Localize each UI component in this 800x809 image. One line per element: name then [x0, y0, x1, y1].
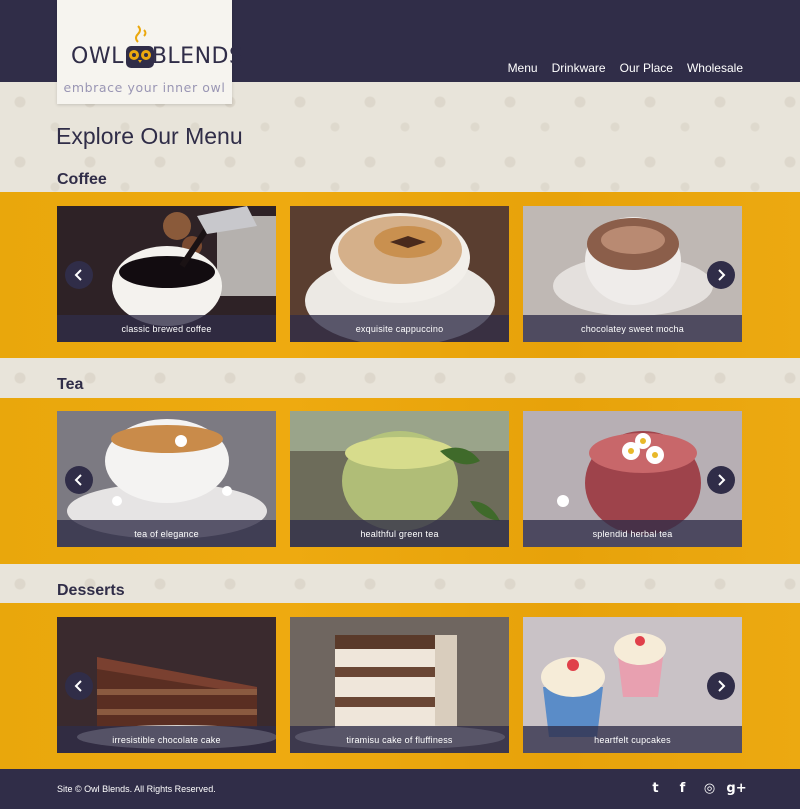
logo-wordmark: OWL BLENDS: [71, 44, 243, 69]
tea-prev-arrow-button[interactable]: [65, 466, 93, 494]
logo-name-right: BLENDS: [151, 44, 244, 69]
social-links: t f ◎ g+: [648, 781, 746, 796]
chevron-left-icon: [74, 680, 82, 692]
caption-bar: irresistible chocolate cake: [57, 726, 276, 753]
caption-bar: exquisite cappuccino: [290, 315, 509, 342]
chevron-left-icon: [74, 269, 82, 281]
caption-bar: tea of elegance: [57, 520, 276, 547]
page-title: Explore Our Menu: [56, 123, 243, 149]
section-heading-desserts: Desserts: [57, 582, 125, 599]
desserts-next-arrow-button[interactable]: [707, 672, 735, 700]
caption-bar: tiramisu cake of fluffiness: [290, 726, 509, 753]
card-caption: heartfelt cupcakes: [594, 734, 671, 745]
card-caption: tiramisu cake of fluffiness: [346, 734, 453, 745]
coffee-next-arrow-button[interactable]: [707, 261, 735, 289]
logo[interactable]: OWL BLENDS embrace your inner owl: [57, 0, 243, 104]
nav-item-our-place[interactable]: Our Place: [620, 61, 673, 75]
footer: Site © Owl Blends. All Rights Reserved. …: [0, 769, 800, 809]
card-caption: healthful green tea: [360, 528, 439, 539]
caption-bar: healthful green tea: [290, 520, 509, 547]
facebook-icon[interactable]: f: [675, 781, 690, 796]
nav-item-drinkware[interactable]: Drinkware: [552, 61, 606, 75]
twitter-icon[interactable]: t: [648, 781, 663, 796]
card-caption: splendid herbal tea: [592, 528, 673, 539]
tagline: embrace your inner owl: [63, 80, 226, 95]
caption-bar: classic brewed coffee: [57, 315, 276, 342]
google-plus-icon[interactable]: g+: [726, 781, 746, 796]
coffee-prev-arrow-button[interactable]: [65, 261, 93, 289]
caption-bar: splendid herbal tea: [523, 520, 742, 547]
card-healthful-green-tea[interactable]: healthful green tea: [290, 411, 509, 547]
copyright-text: Site © Owl Blends. All Rights Reserved.: [57, 784, 216, 794]
card-caption: classic brewed coffee: [121, 323, 212, 334]
tea-next-arrow-button[interactable]: [707, 466, 735, 494]
nav-item-wholesale[interactable]: Wholesale: [687, 61, 743, 75]
desserts-prev-arrow-button[interactable]: [65, 672, 93, 700]
chevron-right-icon: [718, 269, 726, 281]
main-nav: Menu Drinkware Our Place Wholesale: [508, 61, 743, 75]
card-tiramisu-cake-of-fluffiness[interactable]: tiramisu cake of fluffiness: [290, 617, 509, 753]
card-exquisite-cappuccino[interactable]: exquisite cappuccino: [290, 206, 509, 342]
instagram-icon[interactable]: ◎: [702, 781, 717, 796]
card-caption: exquisite cappuccino: [355, 323, 444, 334]
section-heading-tea: Tea: [57, 376, 84, 393]
section-heading-coffee: Coffee: [57, 171, 107, 188]
card-caption: tea of elegance: [134, 528, 199, 539]
card-caption: chocolatey sweet mocha: [581, 323, 684, 334]
caption-bar: heartfelt cupcakes: [523, 726, 742, 753]
logo-name-left: OWL: [71, 44, 124, 69]
chevron-right-icon: [718, 474, 726, 486]
nav-item-menu[interactable]: Menu: [508, 61, 538, 75]
caption-bar: chocolatey sweet mocha: [523, 315, 742, 342]
card-caption: irresistible chocolate cake: [112, 734, 221, 745]
chevron-left-icon: [74, 474, 82, 486]
chevron-right-icon: [718, 680, 726, 692]
tea-pattern: [0, 358, 800, 398]
